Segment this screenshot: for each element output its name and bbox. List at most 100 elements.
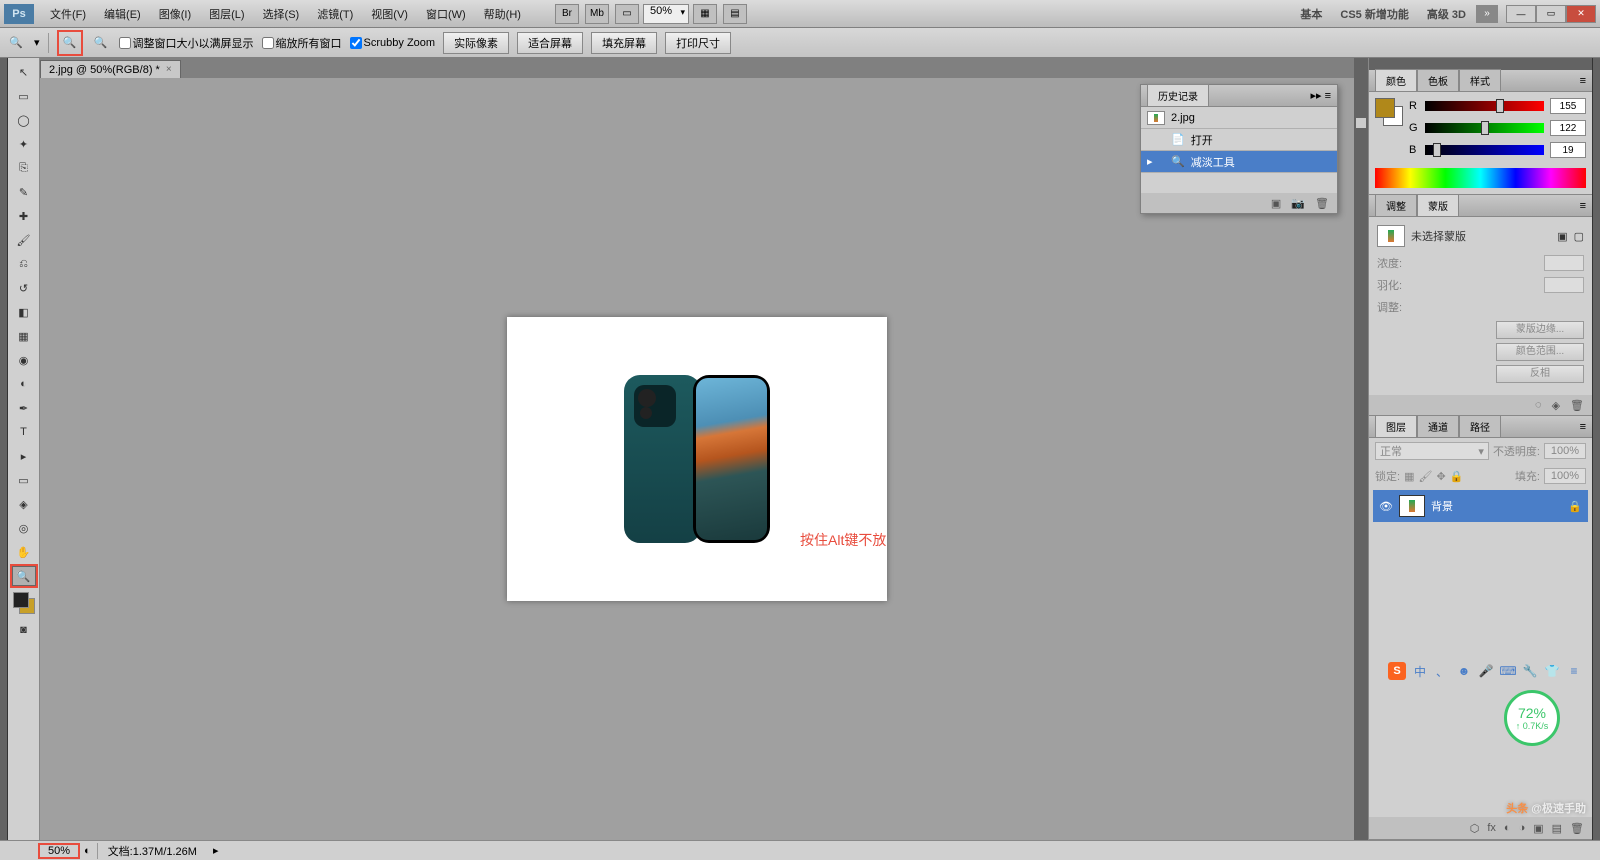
history-step-open[interactable]: 📄 打开 bbox=[1141, 129, 1337, 151]
bridge-button[interactable]: Br bbox=[555, 4, 579, 24]
color-range-button[interactable]: 颜色范围... bbox=[1496, 343, 1584, 361]
panel-menu-icon[interactable]: ≡ bbox=[1580, 75, 1586, 87]
status-arrow-icon[interactable]: ▸ bbox=[207, 844, 225, 857]
menu-edit[interactable]: 编辑(E) bbox=[96, 6, 149, 22]
ime-voice-icon[interactable]: 🎤 bbox=[1478, 663, 1494, 679]
r-value[interactable]: 155 bbox=[1550, 98, 1586, 114]
visibility-icon[interactable]: 👁 bbox=[1379, 500, 1393, 513]
color-swatches[interactable] bbox=[11, 590, 37, 616]
b-slider[interactable] bbox=[1425, 145, 1544, 155]
snapshot-icon[interactable]: 📷 bbox=[1291, 197, 1305, 210]
expand-icon[interactable]: » bbox=[1476, 5, 1498, 23]
status-docinfo[interactable]: 文档:1.37M/1.26M bbox=[97, 843, 207, 859]
ime-cn-icon[interactable]: 中 bbox=[1412, 663, 1428, 679]
new-doc-icon[interactable]: ▣ bbox=[1271, 197, 1281, 210]
group-icon[interactable]: ▣ bbox=[1533, 822, 1543, 835]
layer-background[interactable]: 👁 背景 🔒 bbox=[1373, 490, 1588, 522]
menu-help[interactable]: 帮助(H) bbox=[476, 6, 529, 22]
document-tab[interactable]: 2.jpg @ 50%(RGB/8) * × bbox=[40, 60, 181, 78]
mask-edge-button[interactable]: 蒙版边缘... bbox=[1496, 321, 1584, 339]
history-step-dodge[interactable]: ▸🔍 减淡工具 bbox=[1141, 151, 1337, 173]
network-widget[interactable]: 72% ↑ 0.7K/s bbox=[1504, 690, 1560, 746]
density-value[interactable] bbox=[1544, 255, 1584, 271]
tab-layers[interactable]: 图层 bbox=[1375, 415, 1417, 438]
menu-view[interactable]: 视图(V) bbox=[363, 6, 416, 22]
panel-menu-icon[interactable]: ≡ bbox=[1580, 421, 1586, 433]
delete-icon[interactable]: 🗑 bbox=[1315, 197, 1329, 210]
pen-tool[interactable]: ✒ bbox=[12, 398, 36, 418]
3d-tool[interactable]: ◈ bbox=[12, 494, 36, 514]
marquee-tool[interactable]: ▭ bbox=[12, 86, 36, 106]
g-value[interactable]: 122 bbox=[1550, 120, 1586, 136]
path-select-tool[interactable]: ▸ bbox=[12, 446, 36, 466]
dropdown-icon[interactable]: ▾ bbox=[34, 36, 40, 49]
menu-filter[interactable]: 滤镜(T) bbox=[309, 6, 361, 22]
close-button[interactable]: ✕ bbox=[1566, 5, 1596, 23]
ime-tool-icon[interactable]: 🔧 bbox=[1522, 663, 1538, 679]
close-tab-icon[interactable]: × bbox=[166, 64, 172, 75]
ime-toolbar[interactable]: S 中 、 ☻ 🎤 ⌨ 🔧 👕 ≡ bbox=[1388, 662, 1582, 680]
zoom-tool[interactable]: 🔍 bbox=[12, 566, 36, 586]
tab-styles[interactable]: 样式 bbox=[1459, 69, 1501, 92]
foreground-swatch[interactable] bbox=[13, 592, 29, 608]
ime-emoji-icon[interactable]: ☻ bbox=[1456, 663, 1472, 679]
ime-keyboard-icon[interactable]: ⌨ bbox=[1500, 663, 1516, 679]
lock-pixels-icon[interactable]: ▦ bbox=[1404, 470, 1414, 483]
quickmask-tool[interactable]: ◙ bbox=[12, 620, 36, 640]
ime-menu-icon[interactable]: ≡ bbox=[1566, 663, 1582, 679]
opacity-value[interactable]: 100% bbox=[1544, 443, 1586, 459]
hand-tool[interactable]: ✋ bbox=[12, 542, 36, 562]
blur-tool[interactable]: ◉ bbox=[12, 350, 36, 370]
feather-value[interactable] bbox=[1544, 277, 1584, 293]
minimize-button[interactable]: — bbox=[1506, 5, 1536, 23]
lock-paint-icon[interactable]: 🖌 bbox=[1418, 470, 1432, 483]
heal-tool[interactable]: ✚ bbox=[12, 206, 36, 226]
zoom-all-checkbox[interactable]: 缩放所有窗口 bbox=[262, 35, 342, 51]
menu-select[interactable]: 选择(S) bbox=[255, 6, 308, 22]
tab-swatches[interactable]: 色板 bbox=[1417, 69, 1459, 92]
collapsed-dock[interactable] bbox=[1354, 58, 1368, 840]
3d-camera-tool[interactable]: ◎ bbox=[12, 518, 36, 538]
ime-skin-icon[interactable]: 👕 bbox=[1544, 663, 1560, 679]
link-layers-icon[interactable]: ⬡ bbox=[1470, 822, 1480, 835]
menu-layer[interactable]: 图层(L) bbox=[201, 6, 252, 22]
move-tool[interactable]: ↖ bbox=[12, 62, 36, 82]
gradient-tool[interactable]: ▦ bbox=[12, 326, 36, 346]
panel-menu-icon[interactable]: ▸▸ ≡ bbox=[1310, 89, 1331, 102]
menu-window[interactable]: 窗口(W) bbox=[418, 6, 474, 22]
minibridge-button[interactable]: Mb bbox=[585, 4, 609, 24]
lasso-tool[interactable]: ◯ bbox=[12, 110, 36, 130]
r-slider[interactable] bbox=[1425, 101, 1544, 111]
lock-pos-icon[interactable]: ✥ bbox=[1436, 470, 1445, 483]
brush-tool[interactable]: 🖌 bbox=[12, 230, 36, 250]
apply-mask-icon[interactable]: ◈ bbox=[1552, 399, 1560, 412]
adjustment-layer-icon[interactable]: ◑ bbox=[1519, 822, 1526, 834]
lock-all-icon[interactable]: 🔒 bbox=[1450, 470, 1464, 483]
print-size-button[interactable]: 打印尺寸 bbox=[665, 32, 731, 54]
workspace-basic[interactable]: 基本 bbox=[1292, 6, 1330, 22]
fit-screen-button[interactable]: 适合屏幕 bbox=[517, 32, 583, 54]
status-zoom[interactable]: 50% bbox=[40, 845, 78, 857]
blend-mode-dropdown[interactable]: 正常▾ bbox=[1375, 442, 1489, 460]
menu-file[interactable]: 文件(F) bbox=[42, 6, 94, 22]
g-slider[interactable] bbox=[1425, 123, 1544, 133]
crop-tool[interactable]: ⎘ bbox=[12, 158, 36, 178]
invert-button[interactable]: 反相 bbox=[1496, 365, 1584, 383]
tab-color[interactable]: 颜色 bbox=[1375, 69, 1417, 92]
workspace-cs5[interactable]: CS5 新增功能 bbox=[1332, 6, 1416, 22]
vector-mask-icon[interactable]: ▢ bbox=[1574, 230, 1584, 243]
layer-mask-icon[interactable]: ◐ bbox=[1504, 822, 1511, 834]
b-value[interactable]: 19 bbox=[1550, 142, 1586, 158]
document-canvas[interactable] bbox=[507, 317, 887, 601]
menu-image[interactable]: 图像(I) bbox=[151, 6, 199, 22]
wand-tool[interactable]: ✦ bbox=[12, 134, 36, 154]
sogou-icon[interactable]: S bbox=[1388, 662, 1406, 680]
resize-window-checkbox[interactable]: 调整窗口大小以满屏显示 bbox=[119, 35, 254, 51]
eraser-tool[interactable]: ◧ bbox=[12, 302, 36, 322]
load-selection-icon[interactable]: ◌ bbox=[1535, 399, 1542, 411]
maximize-button[interactable]: ▭ bbox=[1536, 5, 1566, 23]
fill-value[interactable]: 100% bbox=[1544, 468, 1586, 484]
tab-adjust[interactable]: 调整 bbox=[1375, 194, 1417, 217]
zoom-in-icon[interactable]: 🔍 bbox=[60, 33, 80, 53]
status-icon[interactable]: ◐ bbox=[78, 845, 97, 857]
